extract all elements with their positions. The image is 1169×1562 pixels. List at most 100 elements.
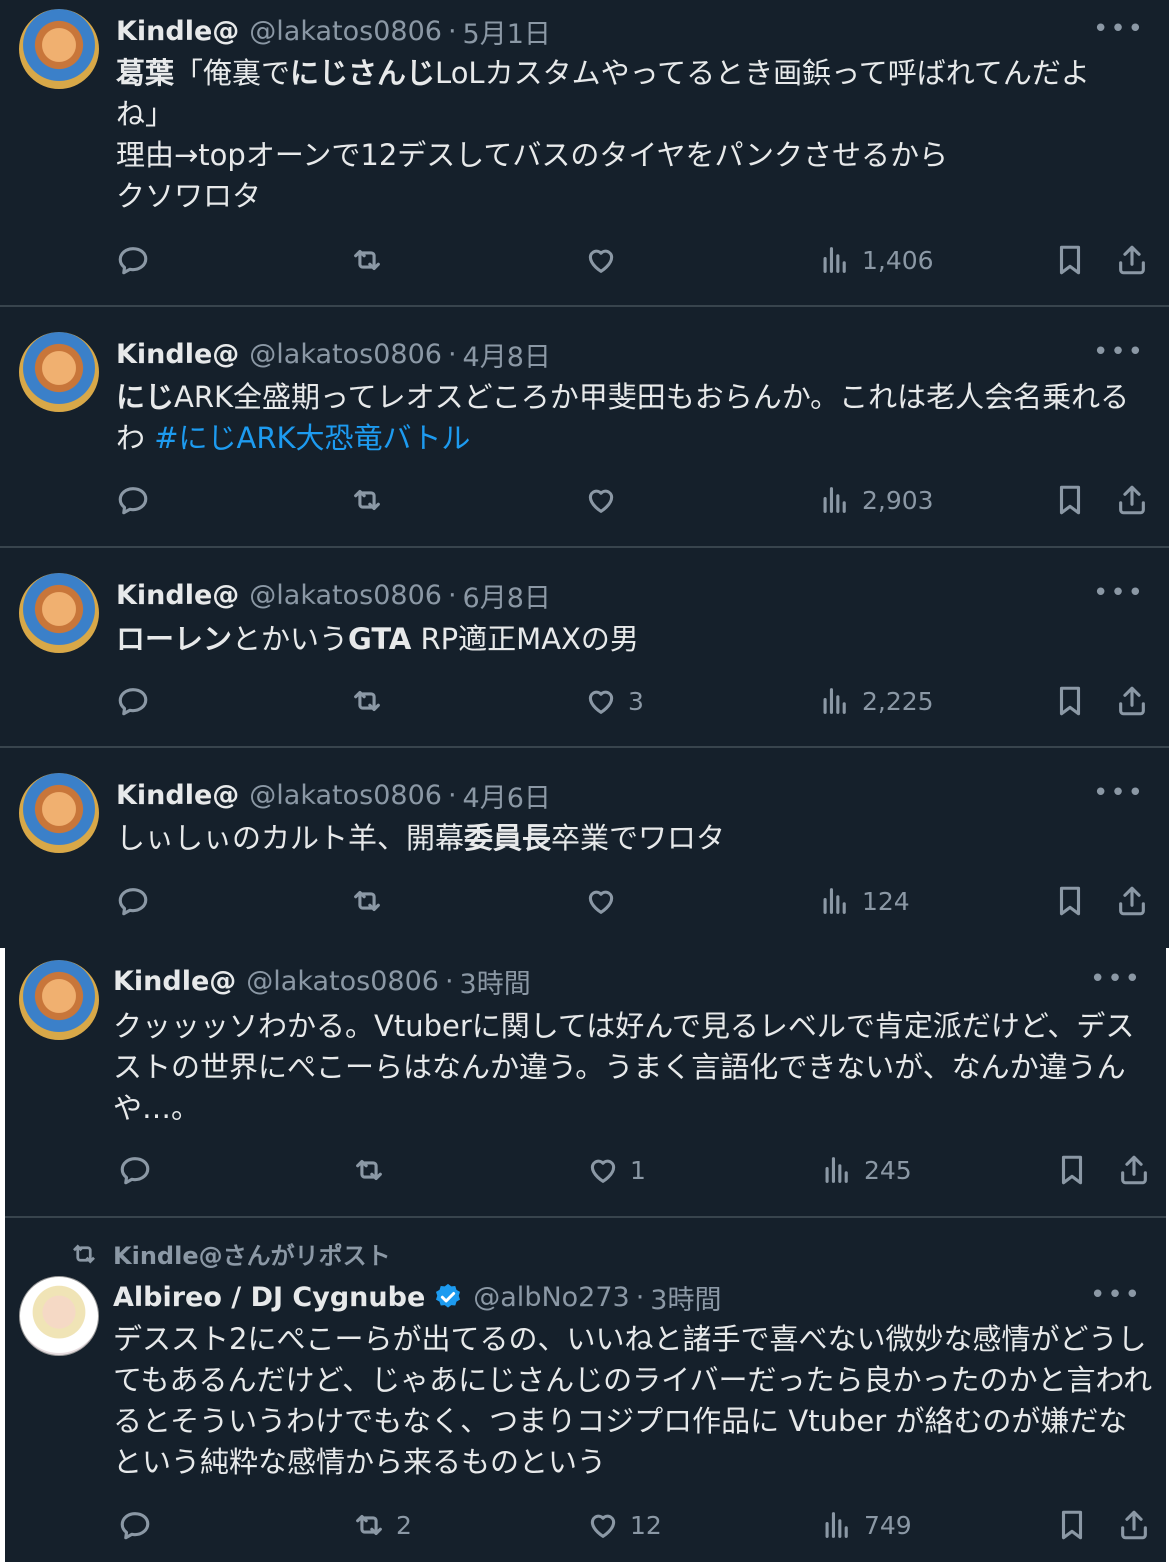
tweet-text: ローレンとかいうGTA RP適正MAXの男	[116, 619, 1141, 660]
separator-dot: ·	[447, 779, 457, 811]
bookmark-button[interactable]	[1055, 1153, 1089, 1187]
timestamp[interactable]: 3時間	[650, 1278, 721, 1317]
text-segment: 「俺裏で	[174, 56, 291, 90]
text-segment: クソワロタ	[116, 179, 262, 213]
bookmark-button[interactable]	[1055, 1508, 1089, 1542]
reply-icon	[118, 688, 148, 716]
views-count: 124	[862, 886, 910, 916]
repost-button[interactable]	[350, 243, 384, 277]
timestamp[interactable]: 4月6日	[463, 776, 551, 815]
timestamp[interactable]: 3時間	[460, 962, 531, 1001]
timestamp[interactable]: 5月1日	[463, 12, 551, 51]
repost-button[interactable]	[350, 884, 384, 918]
repost-button[interactable]: 2	[352, 1508, 412, 1542]
text-segment: 卒業でワロタ	[551, 821, 726, 855]
display-name[interactable]: Kindle@	[116, 780, 239, 811]
views-button[interactable]: 2,225	[818, 684, 934, 718]
display-name[interactable]: Kindle@	[116, 339, 239, 370]
share-button[interactable]	[1117, 1508, 1151, 1542]
avatar[interactable]	[19, 960, 99, 1040]
tweet-header: Albireo / DJ Cygnube @albNo273 · 3時間	[113, 1278, 721, 1317]
separator-dot: ·	[447, 579, 457, 611]
reply-button[interactable]	[116, 684, 150, 718]
bookmark-button[interactable]	[1053, 243, 1087, 277]
like-button[interactable]: 3	[584, 684, 644, 718]
display-name[interactable]: Kindle@	[116, 580, 239, 611]
handle[interactable]: @lakatos0806	[249, 580, 442, 611]
more-options-icon[interactable]: •••	[1093, 578, 1145, 608]
separator-dot: ·	[635, 1281, 645, 1313]
timestamp[interactable]: 6月8日	[463, 576, 551, 615]
heart-icon	[588, 249, 614, 273]
tweet-header: Kindle@ @lakatos0806 · 4月8日	[116, 335, 551, 374]
reply-icon	[120, 1157, 150, 1185]
views-button[interactable]: 245	[820, 1153, 912, 1187]
display-name[interactable]: Kindle@	[113, 966, 236, 997]
timestamp[interactable]: 4月8日	[463, 335, 551, 374]
reply-button[interactable]	[116, 884, 150, 918]
handle[interactable]: @lakatos0806	[246, 966, 439, 997]
handle[interactable]: @albNo273	[473, 1282, 629, 1313]
text-segment: しぃしぃのカルト羊、開幕	[116, 821, 465, 855]
action-bar: 2,903	[0, 483, 1169, 523]
share-icon	[1119, 485, 1145, 515]
like-button[interactable]	[584, 243, 618, 277]
avatar[interactable]	[19, 1276, 99, 1356]
tweet[interactable]: Kindle@ @lakatos0806 · 4月8日 ••• にじARK全盛期…	[0, 307, 1169, 548]
tweet[interactable]: Kindle@ @lakatos0806 · 6月8日 ••• ローレンとかいう…	[0, 548, 1169, 748]
handle[interactable]: @lakatos0806	[249, 339, 442, 370]
like-button[interactable]: 12	[586, 1508, 662, 1542]
avatar[interactable]	[19, 9, 99, 89]
more-options-icon[interactable]: •••	[1093, 337, 1145, 367]
like-button[interactable]	[584, 884, 618, 918]
repost-button[interactable]	[352, 1153, 386, 1187]
tweet[interactable]: Kindle@さんがリポスト Albireo / DJ Cygnube @alb…	[5, 1218, 1166, 1562]
share-button[interactable]	[1115, 243, 1149, 277]
like-count: 12	[630, 1510, 662, 1540]
handle[interactable]: @lakatos0806	[249, 16, 442, 47]
reply-button[interactable]	[118, 1508, 152, 1542]
more-options-icon[interactable]: •••	[1093, 14, 1145, 44]
views-button[interactable]: 2,903	[818, 483, 934, 517]
handle[interactable]: @lakatos0806	[249, 780, 442, 811]
repost-button[interactable]	[350, 684, 384, 718]
tweet-text: しぃしぃのカルト羊、開幕委員長卒業でワロタ	[116, 818, 1141, 859]
views-button[interactable]: 124	[818, 884, 910, 918]
like-button[interactable]	[584, 483, 618, 517]
share-button[interactable]	[1117, 1153, 1151, 1187]
share-button[interactable]	[1115, 483, 1149, 517]
more-options-icon[interactable]: •••	[1090, 1280, 1142, 1310]
share-icon	[1119, 245, 1145, 275]
tweet-text: クッッッソわかる。Vtuberに関しては好んで見るレベルで肯定派だけど、デススト…	[113, 1006, 1143, 1129]
repost-label[interactable]: Kindle@さんがリポスト	[69, 1236, 391, 1271]
repost-icon	[73, 1244, 95, 1263]
tweet[interactable]: Kindle@ @lakatos0806 · 3時間 ••• クッッッソわかる。…	[5, 948, 1166, 1218]
more-options-icon[interactable]: •••	[1090, 964, 1142, 994]
tweet[interactable]: Kindle@ @lakatos0806 · 4月6日 ••• しぃしぃのカルト…	[0, 748, 1169, 948]
reply-button[interactable]	[118, 1153, 152, 1187]
avatar[interactable]	[19, 332, 99, 412]
more-options-icon[interactable]: •••	[1093, 778, 1145, 808]
reply-button[interactable]	[116, 483, 150, 517]
like-button[interactable]: 1	[586, 1153, 646, 1187]
action-bar: 124	[0, 884, 1169, 924]
bookmark-button[interactable]	[1053, 884, 1087, 918]
bookmark-icon	[1059, 686, 1081, 716]
display-name[interactable]: Albireo / DJ Cygnube	[113, 1282, 425, 1313]
share-icon	[1119, 686, 1145, 716]
views-button[interactable]: 1,406	[818, 243, 934, 277]
separator-dot: ·	[444, 965, 454, 997]
bookmark-button[interactable]	[1053, 684, 1087, 718]
hashtag-link[interactable]: #にじARK大恐竜バトル	[154, 421, 470, 455]
reply-button[interactable]	[116, 243, 150, 277]
tweet[interactable]: Kindle@ @lakatos0806 · 5月1日 ••• 葛葉「俺裏でにじ…	[0, 0, 1169, 307]
avatar[interactable]	[19, 573, 99, 653]
share-button[interactable]	[1115, 684, 1149, 718]
avatar[interactable]	[19, 773, 99, 853]
bookmark-button[interactable]	[1053, 483, 1087, 517]
views-button[interactable]: 749	[820, 1508, 912, 1542]
share-button[interactable]	[1115, 884, 1149, 918]
repost-button[interactable]	[350, 483, 384, 517]
display-name[interactable]: Kindle@	[116, 16, 239, 47]
views-icon	[823, 487, 846, 513]
